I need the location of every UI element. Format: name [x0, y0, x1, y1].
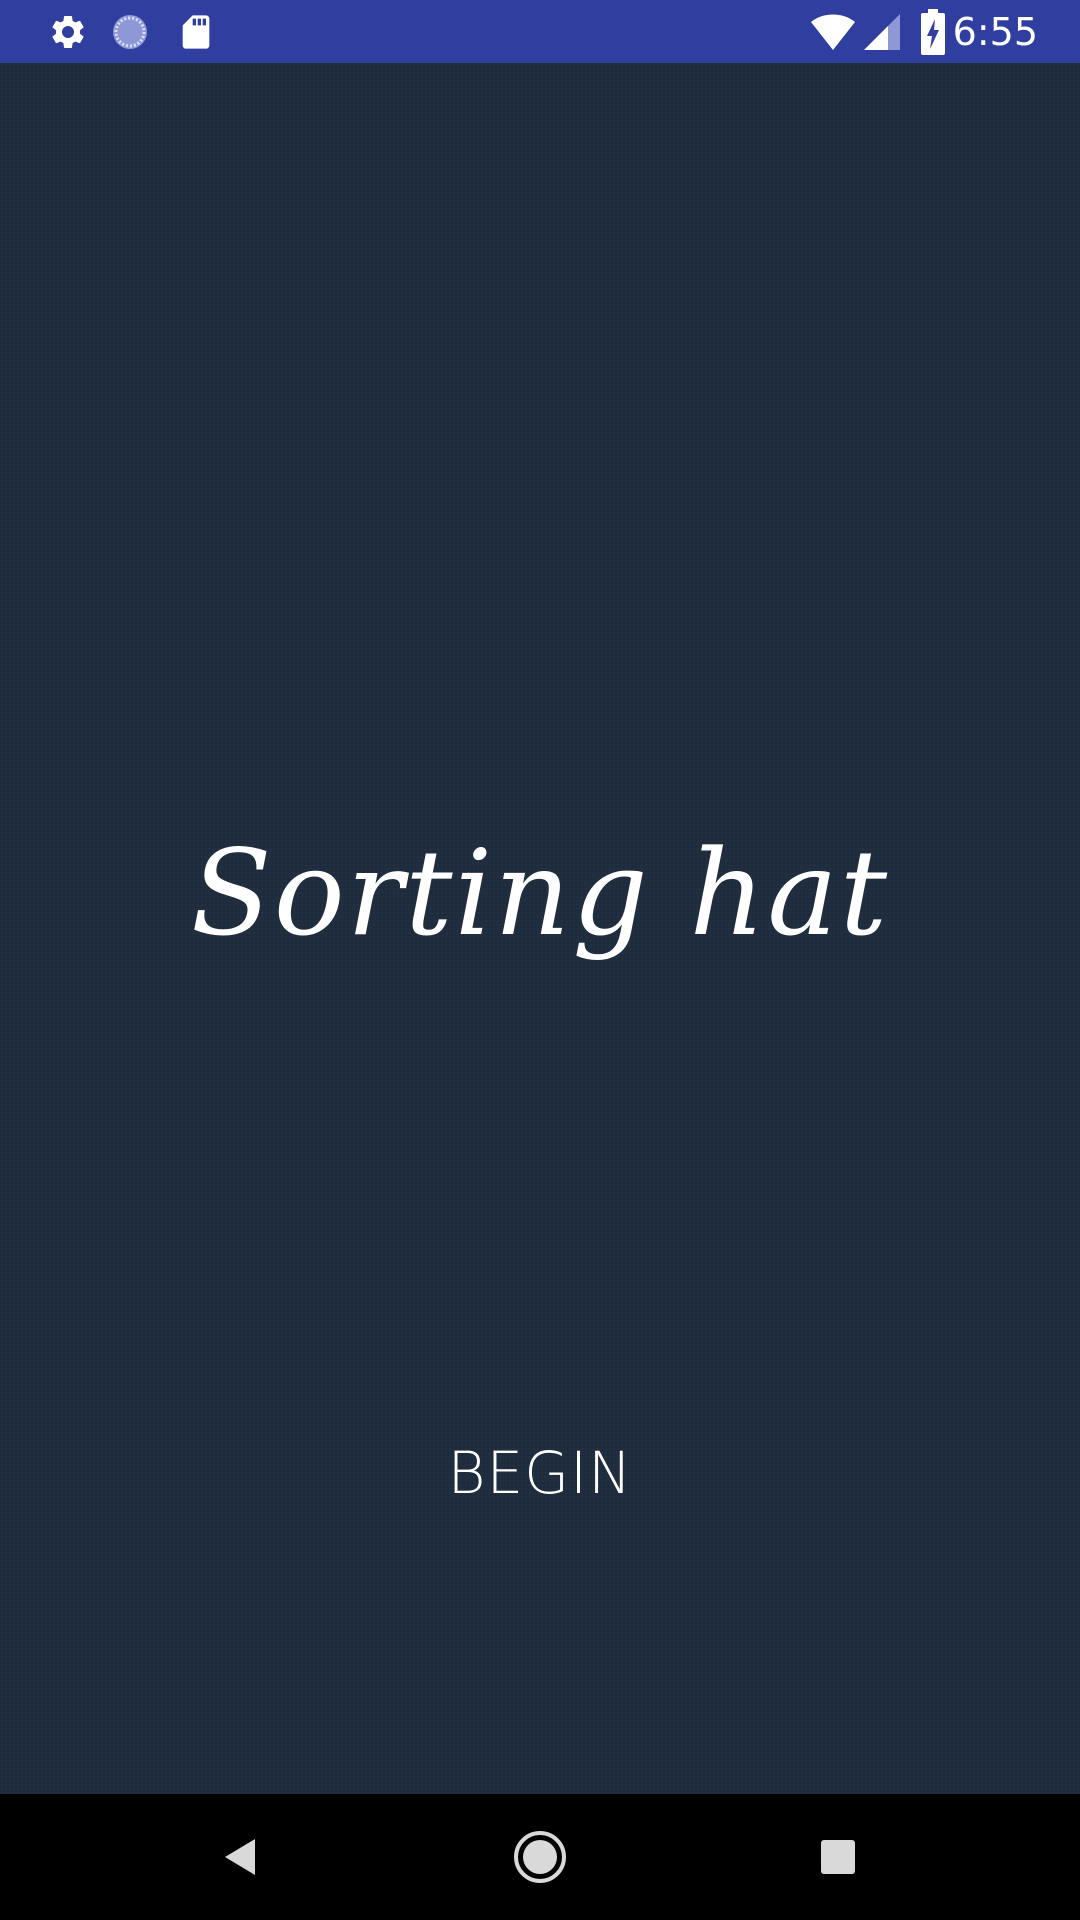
navigation-bar — [0, 1794, 1080, 1920]
cell-signal-icon — [862, 12, 902, 52]
wifi-icon — [810, 10, 856, 54]
recents-icon[interactable] — [803, 1822, 873, 1892]
main-content: Sorting hat BEGIN — [0, 63, 1080, 1794]
status-time: 6:55 — [952, 10, 1038, 54]
battery-charging-icon — [920, 9, 946, 55]
home-icon[interactable] — [505, 1822, 575, 1892]
screen: 6:55 Sorting hat BEGIN — [0, 0, 1080, 1920]
back-icon[interactable] — [206, 1822, 276, 1892]
status-bar: 6:55 — [0, 0, 1080, 63]
sd-card-icon — [176, 12, 216, 52]
sync-icon — [110, 12, 150, 52]
begin-button[interactable]: BEGIN — [390, 1413, 690, 1533]
app-title: Sorting hat — [190, 824, 890, 962]
gear-icon — [48, 12, 88, 52]
